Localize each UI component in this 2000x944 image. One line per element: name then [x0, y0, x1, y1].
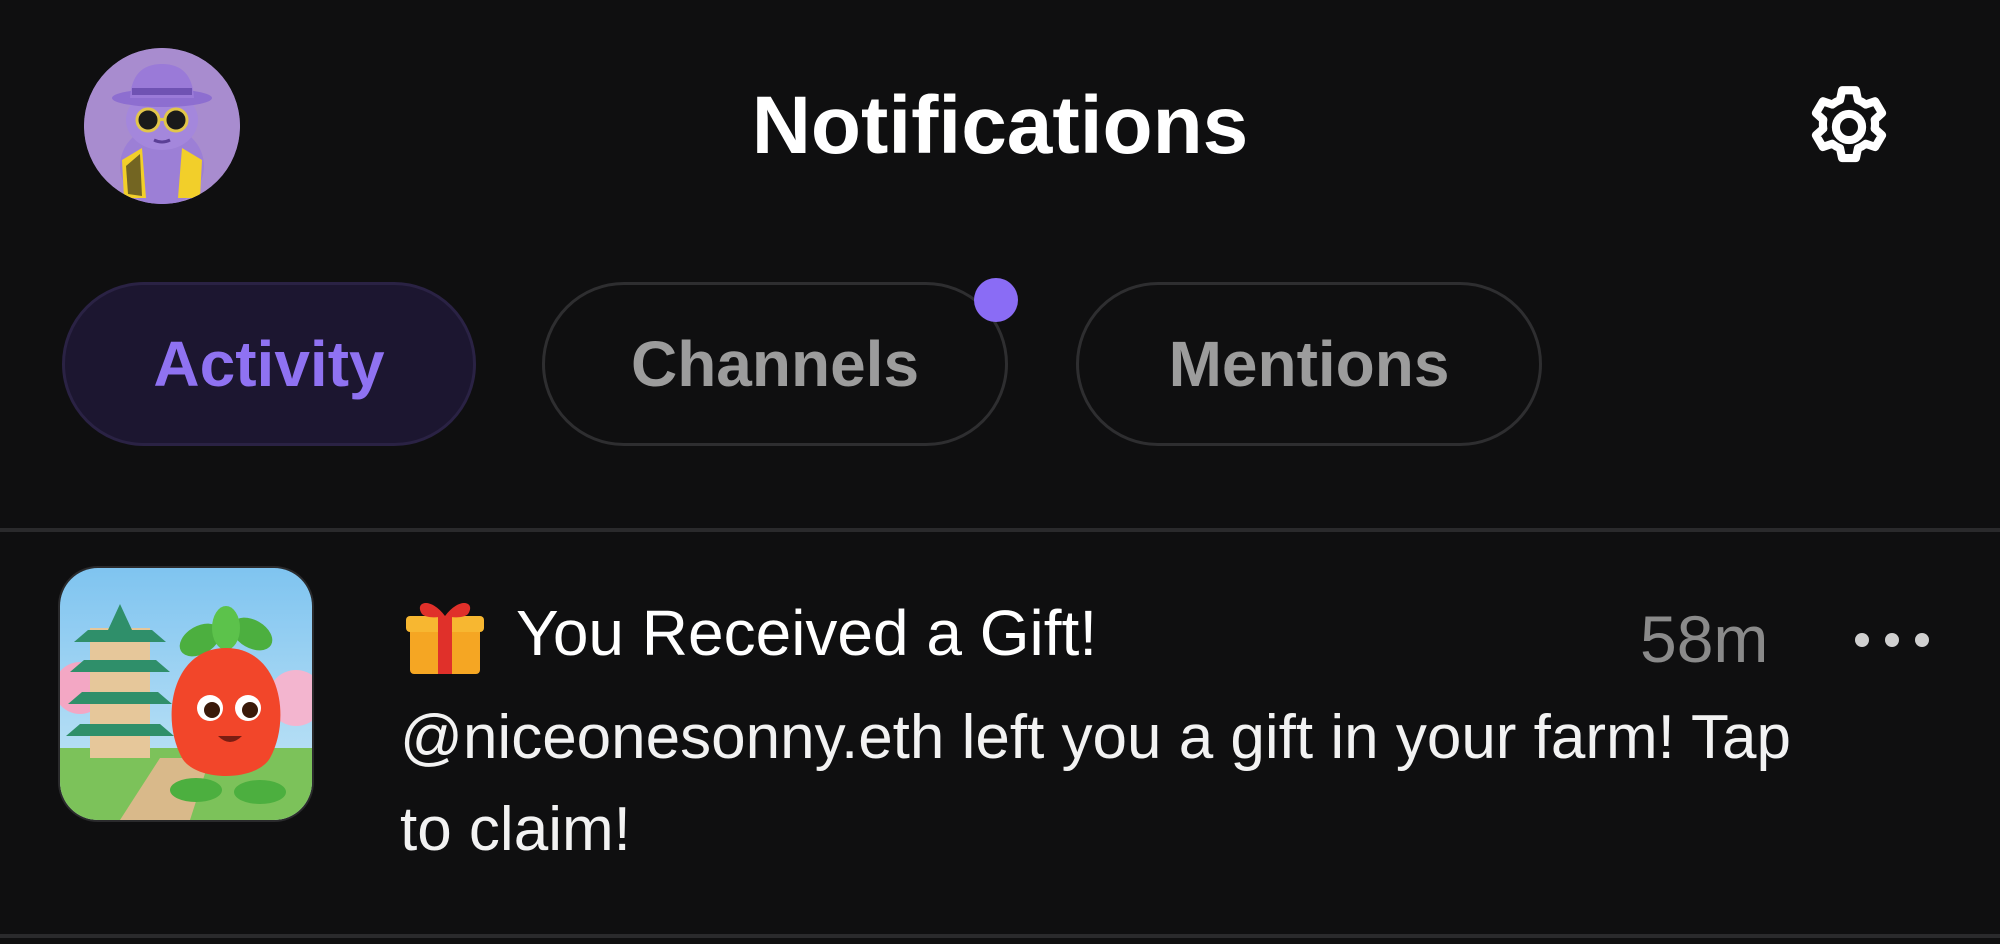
- tab-activity[interactable]: Activity: [62, 282, 476, 446]
- divider: [0, 934, 2000, 938]
- gift-icon: [406, 602, 484, 674]
- gear-icon: [1811, 86, 1887, 163]
- tab-mentions[interactable]: Mentions: [1076, 282, 1542, 446]
- settings-button[interactable]: [1800, 78, 1898, 176]
- page-title: Notifications: [751, 80, 1249, 171]
- unread-dot: [974, 278, 1018, 322]
- notification-title-row: You Received a Gift!: [400, 578, 1097, 688]
- notification-time: 58m: [1640, 602, 1769, 676]
- more-options-button[interactable]: [1846, 620, 1946, 660]
- more-icon: [1855, 633, 1929, 647]
- notification-body: @niceonesonny.eth left you a gift in you…: [400, 703, 1791, 864]
- notification-title: You Received a Gift!: [516, 597, 1098, 669]
- notifications-screen: Notifications Activity Channels Mentions: [0, 0, 2000, 944]
- divider: [0, 528, 2000, 532]
- farm-game-icon: [60, 568, 312, 820]
- app-icon: [58, 566, 314, 822]
- notification-item[interactable]: You Received a Gift! 58m @niceonesonny.e…: [0, 534, 2000, 930]
- tab-channels[interactable]: Channels: [542, 282, 1008, 446]
